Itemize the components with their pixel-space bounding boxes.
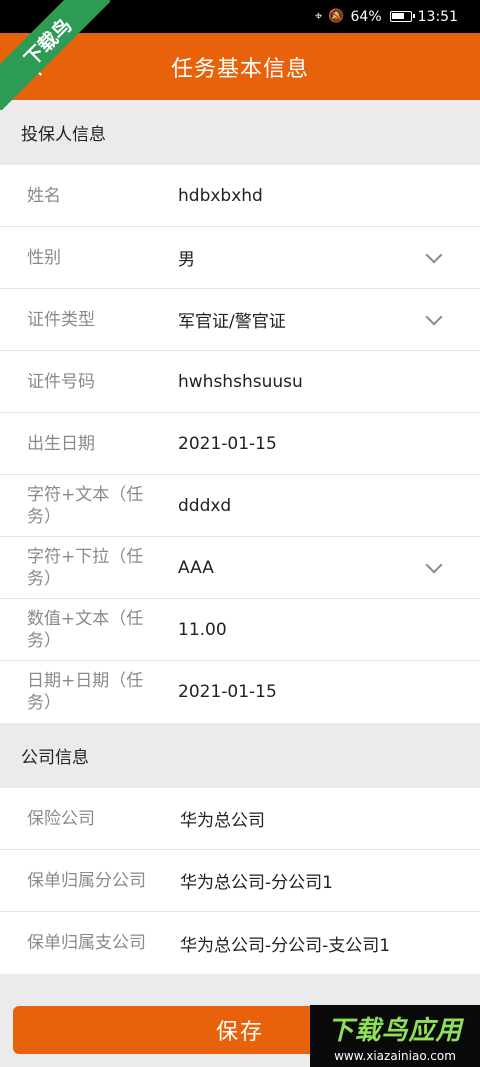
field-label: 性别: [27, 247, 61, 268]
field-label: 字符+文本（任务）: [27, 484, 144, 527]
field-id-number[interactable]: 证件号码 hwhshshsuusu: [0, 351, 480, 413]
field-value[interactable]: dddxd: [152, 496, 480, 516]
field-value: 华为总公司: [180, 811, 265, 831]
page-title: 任务基本信息: [170, 56, 309, 82]
field-label: 证件类型: [27, 309, 95, 330]
field-gender[interactable]: 性别 男: [0, 227, 480, 289]
field-number-text[interactable]: 数值+文本（任务） 11.00: [0, 599, 480, 661]
brand-watermark-title: 下载鸟应用: [327, 1015, 463, 1046]
field-value[interactable]: 2021-01-15: [152, 682, 480, 702]
field-char-text[interactable]: 字符+文本（任务） dddxd: [0, 475, 480, 537]
field-label: 数值+文本（任务）: [27, 608, 144, 651]
field-id-type[interactable]: 证件类型 军官证/警官证: [0, 289, 480, 351]
field-value[interactable]: 11.00: [152, 620, 480, 640]
brand-watermark-url: www.xiazainiao.com: [334, 1048, 456, 1063]
battery-icon: [389, 11, 415, 22]
field-branch[interactable]: 保单归属分公司 华为总公司-分公司1: [0, 850, 480, 912]
field-label: 日期+日期（任务）: [27, 671, 144, 713]
field-sub-branch[interactable]: 保单归属支公司 华为总公司-分公司-支公司1: [0, 912, 480, 974]
field-insurer[interactable]: 保险公司 华为总公司: [0, 788, 480, 850]
field-label: 出生日期: [27, 433, 95, 454]
field-value[interactable]: 2021-01-15: [152, 434, 480, 454]
section-company-header: 公司信息: [0, 723, 480, 788]
insured-info-list: 姓名 hdbxbxhd 性别 男 证件类型 军官证/警官证 证件号码 hwhsh…: [0, 165, 480, 723]
location-icon: ⌖: [315, 9, 323, 24]
back-arrow-icon[interactable]: [31, 57, 50, 76]
field-date-date[interactable]: 日期+日期（任务） 2021-01-15: [0, 661, 480, 723]
field-value: 华为总公司-分公司-支公司1: [180, 935, 391, 956]
status-bar: ⌖ 🔕 64% 13:51: [0, 0, 480, 33]
field-label: 保单归属支公司: [27, 933, 146, 953]
field-char-dropdown[interactable]: 字符+下拉（任务） AAA: [0, 537, 480, 599]
field-value[interactable]: hwhshshsuusu: [152, 372, 480, 392]
app-header: 任务基本信息: [0, 33, 480, 100]
field-name[interactable]: 姓名 hdbxbxhd: [0, 165, 480, 227]
field-label: 保单归属分公司: [27, 870, 146, 891]
mute-icon: 🔕: [328, 9, 345, 24]
field-label: 保险公司: [27, 808, 95, 829]
battery-percent: 64%: [350, 8, 382, 25]
field-label: 字符+下拉（任务）: [27, 546, 144, 589]
company-info-list: 保险公司 华为总公司 保单归属分公司 华为总公司-分公司1 保单归属支公司 华为…: [0, 788, 480, 974]
field-value[interactable]: hdbxbxhd: [152, 186, 480, 206]
section-insured-header: 投保人信息: [0, 100, 480, 165]
field-value: 华为总公司-分公司1: [180, 873, 333, 893]
field-birth-date[interactable]: 出生日期 2021-01-15: [0, 413, 480, 475]
field-label: 证件号码: [27, 371, 95, 392]
brand-watermark: 下载鸟应用 www.xiazainiao.com: [310, 1005, 480, 1067]
field-label: 姓名: [27, 185, 61, 206]
clock: 13:51: [417, 8, 458, 25]
